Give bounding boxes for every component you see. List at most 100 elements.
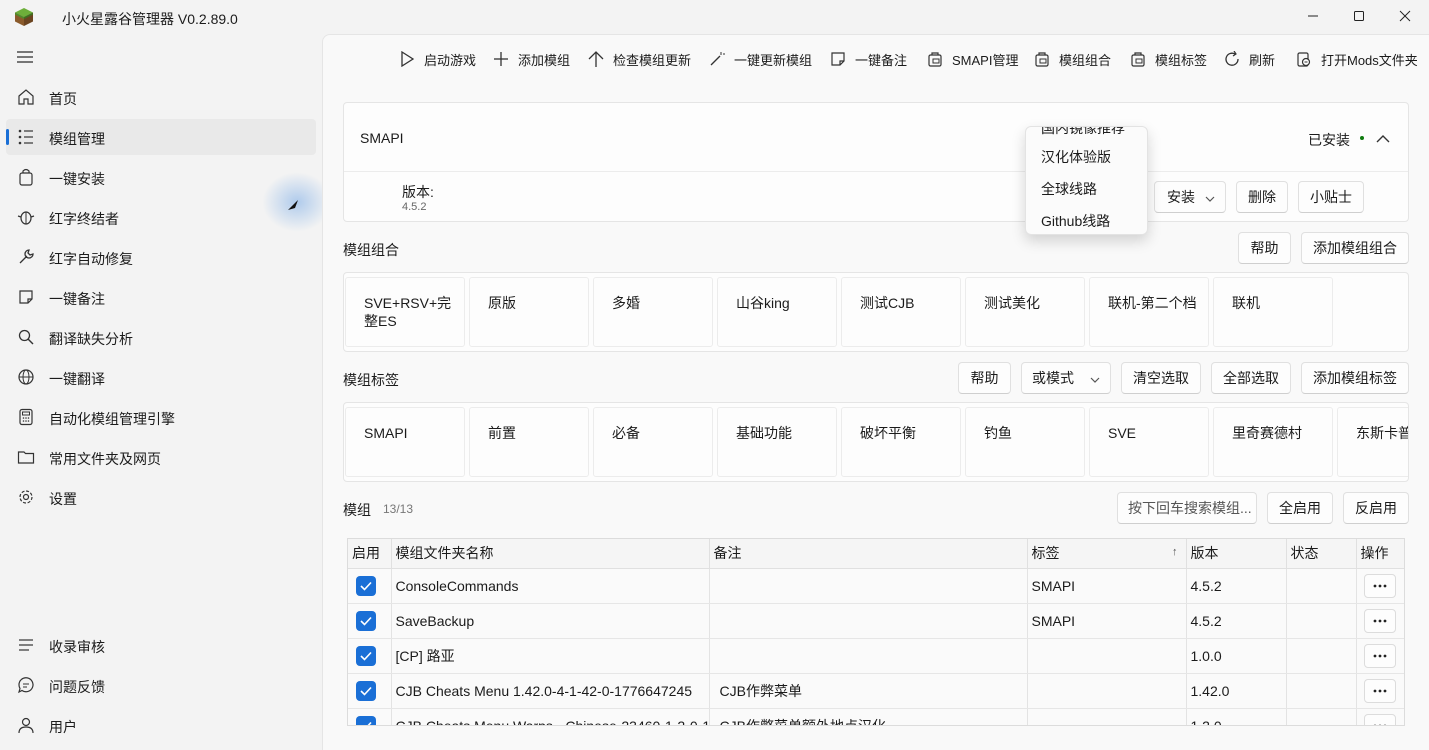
menu-item-github-route[interactable]: Github线路 xyxy=(1041,211,1110,231)
mod-name: SaveBackup xyxy=(391,603,710,639)
maximize-button[interactable] xyxy=(1336,0,1382,32)
combo-tile[interactable]: SVE+RSV+完整ES xyxy=(345,277,465,347)
tag-tile[interactable]: SMAPI xyxy=(345,407,465,477)
sidebar-item-label: 翻译缺失分析 xyxy=(49,331,133,347)
tag-tile[interactable]: 必备 xyxy=(593,407,713,477)
enable-checkbox[interactable] xyxy=(356,575,376,596)
mod-status xyxy=(1286,708,1357,725)
sidebar-item-label: 红字终结者 xyxy=(49,211,119,227)
combo-tile[interactable]: 多婚 xyxy=(593,277,713,347)
more-options-button[interactable] xyxy=(1363,643,1396,668)
sidebar-item-label: 一键翻译 xyxy=(49,371,105,387)
one-click-note-button[interactable]: 一键备注 xyxy=(829,48,907,70)
mod-search-input[interactable]: 按下回车搜索模组... xyxy=(1117,492,1257,524)
enable-checkbox[interactable] xyxy=(356,645,376,666)
mod-name: ConsoleCommands xyxy=(391,568,710,604)
install-source-menu: 国内镜像推荐 汉化体验版 全球线路 Github线路 xyxy=(1025,126,1148,235)
sidebar-item-label: 用户 xyxy=(49,719,77,735)
table-row[interactable]: [CP] 路亚 1.0.0 xyxy=(348,638,1404,674)
more-options-button[interactable] xyxy=(1363,573,1396,598)
column-header[interactable]: 状态 xyxy=(1286,539,1357,569)
launch-game-button[interactable]: 启动游戏 xyxy=(398,48,476,70)
refresh-button[interactable]: 刷新 xyxy=(1223,48,1275,70)
mod-combos-button[interactable]: 模组组合 xyxy=(1033,48,1111,70)
delete-button[interactable]: 删除 xyxy=(1236,181,1288,213)
combo-tile[interactable]: 山谷king xyxy=(717,277,837,347)
column-header-tags[interactable]: 标签 ↑ xyxy=(1027,539,1187,569)
combo-tile[interactable]: 原版 xyxy=(469,277,589,347)
table-row[interactable]: ConsoleCommands SMAPI 4.5.2 xyxy=(348,568,1404,604)
sidebar-item-settings[interactable]: 设置 xyxy=(6,479,316,515)
tag-tile[interactable]: 破坏平衡 xyxy=(841,407,961,477)
more-options-button[interactable] xyxy=(1363,713,1396,725)
sidebar-item-common-folders[interactable]: 常用文件夹及网页 xyxy=(6,439,316,475)
add-combo-button[interactable]: 添加模组组合 xyxy=(1301,232,1409,264)
tag-tile[interactable]: 钓鱼 xyxy=(965,407,1085,477)
smapi-header[interactable]: SMAPI 已安装 xyxy=(344,103,1408,172)
search-icon xyxy=(17,328,35,346)
column-header[interactable]: 版本 xyxy=(1186,539,1287,569)
combo-tile[interactable]: 测试CJB xyxy=(841,277,961,347)
tips-button[interactable]: 小贴士 xyxy=(1298,181,1364,213)
tag-tile[interactable]: SVE xyxy=(1089,407,1209,477)
sidebar-item-review[interactable]: 收录审核 xyxy=(6,627,316,663)
close-button[interactable] xyxy=(1382,0,1428,32)
folder-icon xyxy=(17,448,35,466)
select-all-button[interactable]: 全部选取 xyxy=(1211,362,1291,394)
combo-tile[interactable]: 测试美化 xyxy=(965,277,1085,347)
table-row[interactable]: SaveBackup SMAPI 4.5.2 xyxy=(348,603,1404,639)
tag-tile[interactable]: 东斯卡普 xyxy=(1337,407,1408,477)
add-mod-button[interactable]: 添加模组 xyxy=(492,48,570,70)
column-header[interactable]: 备注 xyxy=(709,539,1028,569)
tags-panel: SMAPI 前置 必备 基础功能 破坏平衡 钓鱼 SVE 里奇赛德村 东斯卡普 xyxy=(343,402,1409,482)
more-options-button[interactable] xyxy=(1363,678,1396,703)
status-dot xyxy=(1360,136,1364,140)
mod-tags-button[interactable]: 模组标签 xyxy=(1129,48,1207,70)
menu-item-domestic-mirror[interactable]: 国内镜像推荐 xyxy=(1041,127,1125,138)
minimize-button[interactable] xyxy=(1290,0,1336,32)
sidebar-item-home[interactable]: 首页 xyxy=(6,79,316,115)
enable-checkbox[interactable] xyxy=(356,610,376,631)
combos-help-button[interactable]: 帮助 xyxy=(1238,232,1291,264)
package-icon xyxy=(1129,50,1147,68)
add-tag-button[interactable]: 添加模组标签 xyxy=(1301,362,1409,394)
sidebar-item-label: 自动化模组管理引擎 xyxy=(49,411,175,427)
invert-enable-button[interactable]: 反启用 xyxy=(1343,492,1409,524)
sidebar-item-red-text-auto-fix[interactable]: 红字自动修复 xyxy=(6,239,316,275)
check-updates-button[interactable]: 检查模组更新 xyxy=(587,48,691,70)
menu-item-global-route[interactable]: 全球线路 xyxy=(1041,179,1097,199)
table-row[interactable]: CJB Cheats Menu Warps - Chinese-23460-1-… xyxy=(348,708,1404,725)
combo-tile[interactable]: 联机 xyxy=(1213,277,1333,347)
open-mods-folder-button[interactable]: 打开Mods文件夹 xyxy=(1295,48,1418,70)
enable-checkbox[interactable] xyxy=(356,680,376,701)
sidebar-item-automation-engine[interactable]: 自动化模组管理引擎 xyxy=(6,399,316,435)
sidebar-item-one-click-note[interactable]: 一键备注 xyxy=(6,279,316,315)
clear-selection-button[interactable]: 清空选取 xyxy=(1121,362,1201,394)
enable-checkbox[interactable] xyxy=(356,715,376,725)
enable-all-button[interactable]: 全启用 xyxy=(1267,492,1333,524)
column-header[interactable]: 操作 xyxy=(1356,539,1404,569)
tag-tile[interactable]: 里奇赛德村 xyxy=(1213,407,1333,477)
sidebar: 首页 模组管理 一键安装 红字终结者 红字自动修复 一键备注 翻译缺失分析 一键… xyxy=(0,34,322,750)
sidebar-item-mod-management[interactable]: 模组管理 xyxy=(6,119,316,155)
sidebar-item-translation-analysis[interactable]: 翻译缺失分析 xyxy=(6,319,316,355)
tag-tile[interactable]: 基础功能 xyxy=(717,407,837,477)
sidebar-item-feedback[interactable]: 问题反馈 xyxy=(6,667,316,703)
tags-help-button[interactable]: 帮助 xyxy=(958,362,1011,394)
column-header[interactable]: 启用 xyxy=(348,539,392,569)
mod-tag xyxy=(1027,708,1187,725)
install-dropdown-button[interactable]: 安装 xyxy=(1154,181,1226,213)
sidebar-item-user[interactable]: 用户 xyxy=(6,707,316,743)
tag-tile[interactable]: 前置 xyxy=(469,407,589,477)
mode-dropdown[interactable]: 或模式 xyxy=(1021,362,1111,394)
menu-item-chinese-beta[interactable]: 汉化体验版 xyxy=(1041,147,1111,167)
smapi-management-button[interactable]: SMAPI管理 xyxy=(926,48,1018,70)
table-row[interactable]: CJB Cheats Menu 1.42.0-4-1-42-0-17766472… xyxy=(348,673,1404,709)
one-click-update-button[interactable]: 一键更新模组 xyxy=(708,48,812,70)
column-header[interactable]: 模组文件夹名称 xyxy=(391,539,710,569)
sidebar-item-one-click-translate[interactable]: 一键翻译 xyxy=(6,359,316,395)
more-options-button[interactable] xyxy=(1363,608,1396,633)
combo-tile[interactable]: 联机-第二个档 xyxy=(1089,277,1209,347)
chevron-up-icon[interactable] xyxy=(1376,131,1390,147)
menu-icon[interactable] xyxy=(14,46,36,68)
